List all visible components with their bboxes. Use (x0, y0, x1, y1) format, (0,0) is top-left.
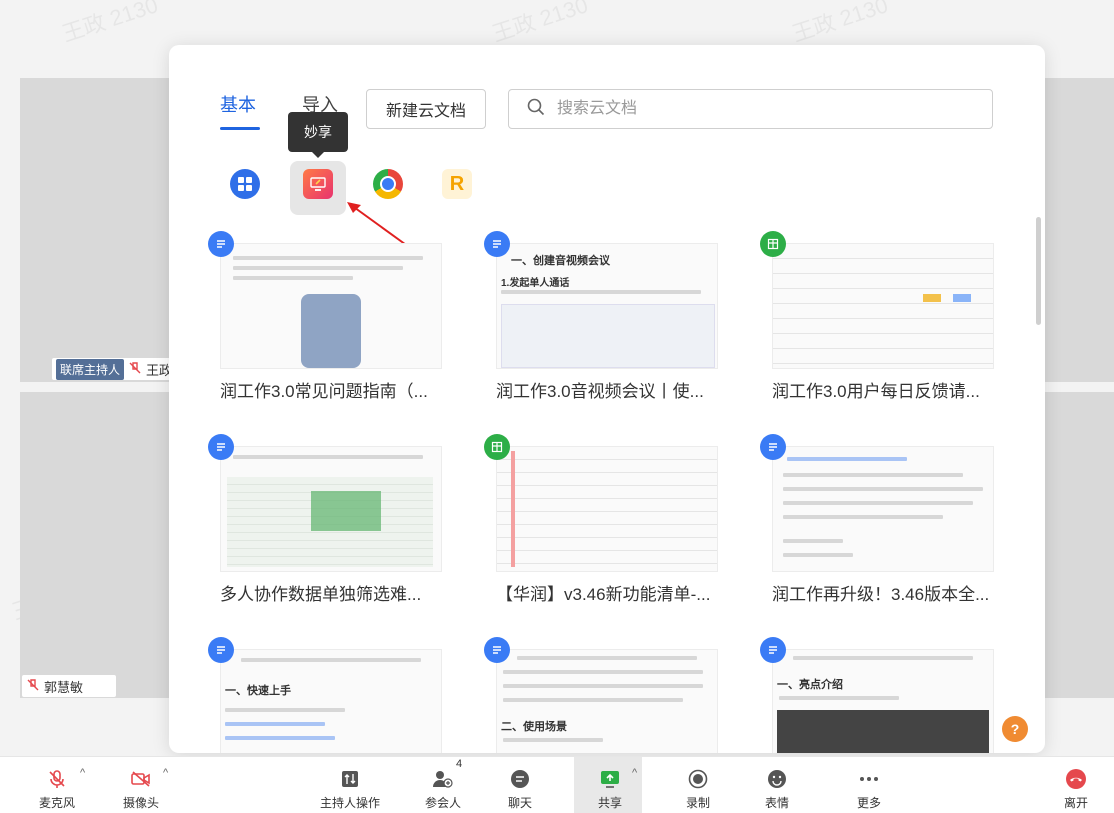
new-cloud-doc-button[interactable]: 新建云文档 (366, 89, 486, 129)
mic-label: 麦克风 (38, 796, 75, 810)
camera-off-icon (130, 768, 152, 790)
search-box[interactable] (508, 89, 993, 129)
doc-title: 多人协作数据单独筛选难... (220, 585, 422, 604)
participants-button[interactable]: 4 参会人 (418, 757, 468, 813)
doc-type-icon (208, 434, 234, 460)
doc-type-icon (484, 231, 510, 257)
record-button[interactable]: 录制 (678, 757, 718, 813)
doc-thumbnail: 二、使用场景 (496, 649, 718, 753)
emoji-label: 表情 (764, 796, 789, 810)
host-ops-button[interactable]: 主持人操作 (312, 757, 388, 813)
chevron-up-icon[interactable]: ^ (632, 767, 637, 779)
watermark: 王政 2130 (489, 0, 591, 47)
emoji-icon (766, 768, 788, 790)
hang-up-icon (1065, 768, 1087, 790)
doc-type-icon (484, 637, 510, 663)
doc-thumbnail (220, 243, 442, 369)
participants-icon: 4 (432, 758, 462, 790)
participant-label: 联席主持人 王政 (52, 358, 177, 380)
mic-off-icon (26, 678, 40, 695)
leave-label: 离开 (1063, 796, 1088, 810)
search-icon (527, 98, 545, 121)
doc-title: 【华润】v3.46新功能清单-... (496, 585, 711, 604)
thumb-section: 二、使用场景 (501, 721, 567, 733)
leave-button[interactable]: 离开 (1056, 757, 1096, 813)
more-button[interactable]: 更多 (849, 757, 889, 813)
doc-title: 润工作3.0常见问题指南（... (220, 382, 428, 401)
chat-label: 聊天 (507, 796, 532, 810)
chat-button[interactable]: 聊天 (500, 757, 540, 813)
participants-label: 参会人 (424, 796, 461, 810)
record-label: 录制 (685, 796, 710, 810)
share-panel: 基本 导入 新建云文档 妙享 R 润工作3.0常见问 (169, 45, 1045, 753)
mic-off-icon (46, 768, 68, 790)
active-tab-indicator (220, 127, 260, 130)
tab-basic[interactable]: 基本 (220, 91, 256, 117)
chevron-up-icon[interactable]: ^ (163, 767, 168, 779)
mic-button[interactable]: 麦克风 (37, 757, 77, 813)
meeting-toolbar: 麦克风 ^ 摄像头 ^ 主持人操作 4 参会人 聊天 共享 ^ 录制 表情 更多… (0, 756, 1114, 813)
sheet-type-icon (484, 434, 510, 460)
doc-thumbnail: 一、快速上手 (220, 649, 442, 753)
participant-label: 郭慧敏 (22, 675, 116, 697)
emoji-button[interactable]: 表情 (757, 757, 797, 813)
more-label: 更多 (856, 796, 881, 810)
miaoxiang-icon[interactable] (303, 169, 333, 199)
doc-thumbnail: 一、亮点介绍 (772, 649, 994, 753)
doc-type-icon (760, 637, 786, 663)
host-ops-label: 主持人操作 (319, 796, 380, 810)
apps-grid-icon[interactable] (230, 169, 260, 199)
doc-thumbnail (772, 446, 994, 572)
doc-title: 润工作3.0音视频会议丨使... (496, 382, 704, 401)
sheet-type-icon (760, 231, 786, 257)
doc-type-icon (208, 637, 234, 663)
chevron-up-icon[interactable]: ^ (80, 767, 85, 779)
thumb-subheading: 1.发起单人通话 (501, 278, 570, 289)
share-button[interactable]: 共享 (590, 757, 630, 813)
camera-label: 摄像头 (122, 796, 159, 810)
participants-count: 4 (456, 758, 463, 770)
doc-thumbnail (496, 446, 718, 572)
record-icon (687, 768, 709, 790)
thumb-section: 一、快速上手 (225, 685, 291, 697)
doc-type-icon (208, 231, 234, 257)
doc-title: 润工作3.0用户每日反馈请... (772, 382, 980, 401)
scrollbar[interactable] (1036, 217, 1041, 325)
role-badge: 联席主持人 (56, 358, 125, 380)
mic-off-icon (128, 361, 142, 378)
tooltip: 妙享 (288, 112, 348, 158)
watermark: 王政 2130 (59, 0, 161, 47)
doc-thumbnail: 一、创建音视频会议 1.发起单人通话 (496, 243, 718, 369)
doc-type-icon (760, 434, 786, 460)
more-icon (858, 768, 880, 790)
camera-button[interactable]: 摄像头 (121, 757, 161, 813)
doc-title: 润工作再升级！3.46版本全... (772, 585, 990, 604)
participant-name: 郭慧敏 (44, 679, 84, 695)
search-input[interactable] (555, 99, 959, 119)
r-app-icon[interactable]: R (442, 169, 472, 199)
share-screen-icon (599, 768, 621, 790)
doc-thumbnail (220, 446, 442, 572)
doc-thumbnail (772, 243, 994, 369)
thumb-section: 一、亮点介绍 (777, 679, 843, 691)
chat-icon (509, 768, 531, 790)
thumb-heading: 一、创建音视频会议 (511, 255, 610, 267)
help-icon[interactable]: ? (1002, 716, 1028, 742)
watermark: 王政 2130 (789, 0, 891, 47)
host-ops-icon (339, 768, 361, 790)
share-label: 共享 (597, 796, 622, 810)
